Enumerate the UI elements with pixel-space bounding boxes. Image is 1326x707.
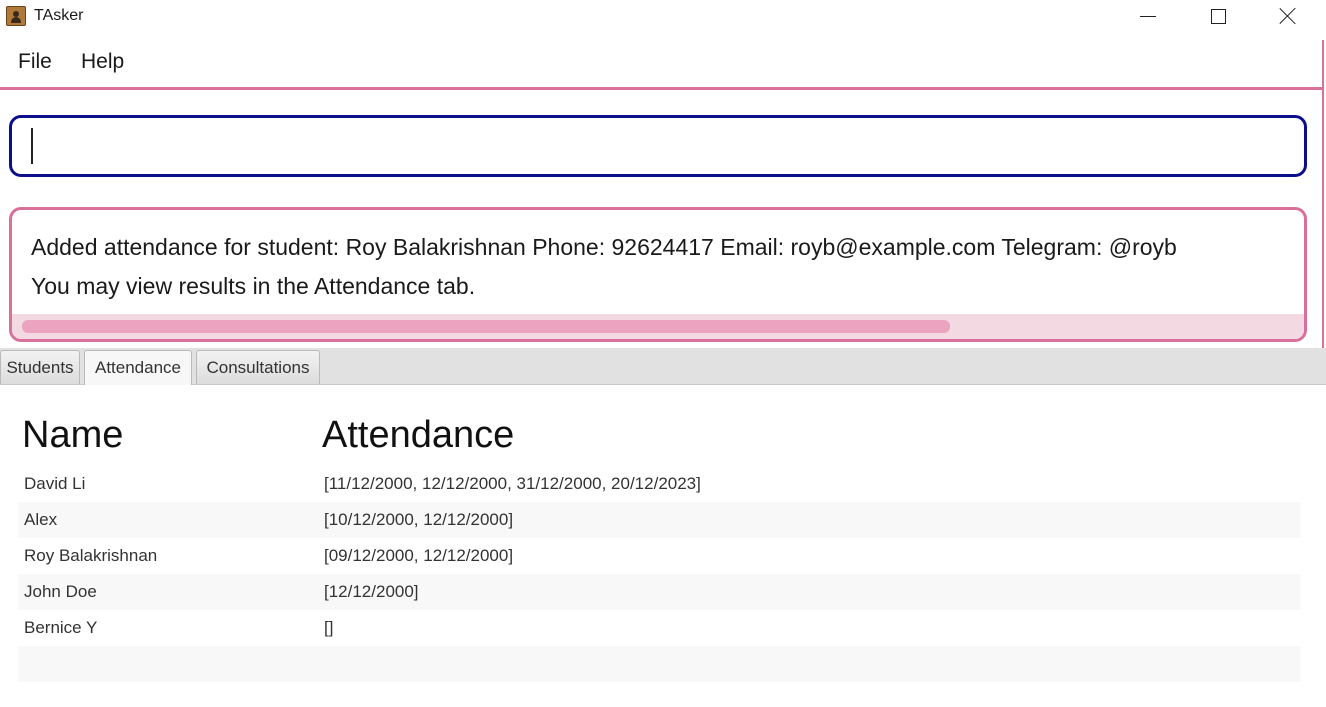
app-icon (6, 6, 26, 26)
attendance-table: Name Attendance David Li [11/12/2000, 12… (0, 386, 1326, 707)
column-header-attendance[interactable]: Attendance (322, 414, 514, 457)
result-line-2: You may view results in the Attendance t… (31, 273, 476, 299)
cell-attendance: [11/12/2000, 12/12/2000, 31/12/2000, 20/… (324, 474, 701, 493)
menu-bar: File Help (0, 40, 1322, 90)
menu-help[interactable]: Help (81, 50, 124, 74)
result-line-1: Added attendance for student: Roy Balakr… (31, 234, 1177, 260)
tab-attendance[interactable]: Attendance (84, 350, 192, 385)
cell-attendance: [10/12/2000, 12/12/2000] (324, 510, 514, 529)
cell-name: John Doe (24, 582, 97, 601)
cell-name: David Li (24, 474, 86, 493)
table-row[interactable]: John Doe [12/12/2000] (18, 574, 1300, 610)
cell-attendance: [] (324, 618, 334, 637)
maximize-icon (1210, 8, 1226, 24)
scrollbar-thumb[interactable] (22, 320, 950, 333)
close-icon (1279, 7, 1297, 25)
menu-file[interactable]: File (18, 50, 52, 74)
horizontal-scrollbar[interactable] (12, 314, 1304, 339)
result-text: Added attendance for student: Roy Balakr… (31, 228, 1301, 306)
cell-attendance: [12/12/2000] (324, 582, 419, 601)
table-rows: David Li [11/12/2000, 12/12/2000, 31/12/… (18, 466, 1300, 682)
cell-attendance: [09/12/2000, 12/12/2000] (324, 546, 514, 565)
close-button[interactable] (1253, 0, 1323, 32)
cell-name: Alex (24, 510, 58, 529)
app-window: TAsker File Help Added attendance for st… (0, 0, 1326, 707)
text-caret (31, 128, 33, 164)
window-title: TAsker (34, 7, 84, 24)
title-bar: TAsker (0, 0, 1326, 32)
minimize-icon (1140, 15, 1156, 17)
table-row[interactable]: Bernice Y [] (18, 610, 1300, 646)
maximize-button[interactable] (1183, 0, 1253, 32)
cell-name: Bernice Y (24, 618, 98, 637)
window-edge (1322, 40, 1324, 350)
tab-consultations[interactable]: Consultations (196, 350, 320, 384)
command-input[interactable] (9, 115, 1307, 177)
cell-name: Roy Balakrishnan (24, 546, 158, 565)
tab-students[interactable]: Students (0, 350, 80, 384)
column-header-name[interactable]: Name (22, 414, 123, 457)
tab-bar: Students Attendance Consultations (0, 348, 1326, 385)
minimize-button[interactable] (1113, 0, 1183, 32)
table-row[interactable]: Roy Balakrishnan [09/12/2000, 12/12/2000… (18, 538, 1300, 574)
table-row[interactable]: David Li [11/12/2000, 12/12/2000, 31/12/… (18, 466, 1300, 502)
table-row-empty (18, 646, 1300, 682)
table-row[interactable]: Alex [10/12/2000, 12/12/2000] (18, 502, 1300, 538)
result-display[interactable]: Added attendance for student: Roy Balakr… (9, 207, 1307, 342)
